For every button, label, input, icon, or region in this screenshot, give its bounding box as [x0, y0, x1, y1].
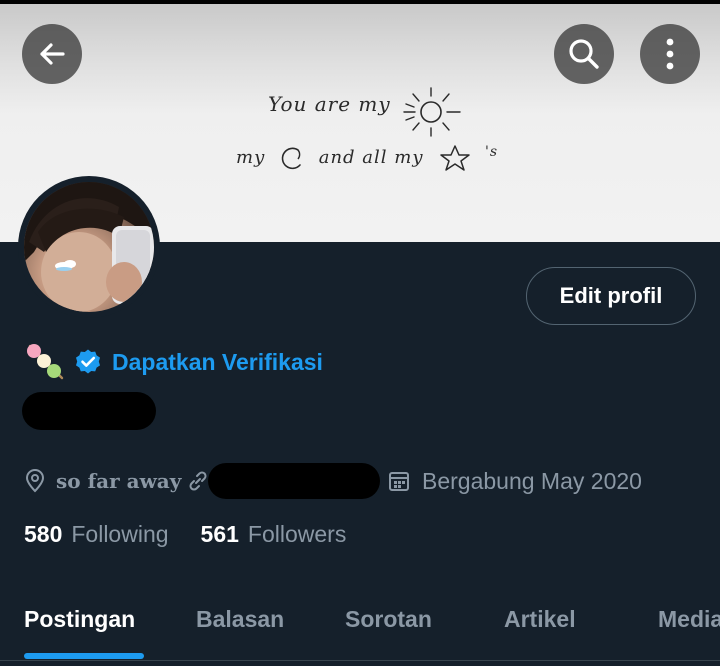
- tab-media[interactable]: Media: [658, 584, 720, 654]
- search-icon: [569, 39, 599, 69]
- display-name-row: Dapatkan Verifikasi: [24, 342, 323, 382]
- arrow-left-icon: [40, 43, 65, 65]
- tab-sorotan[interactable]: Sorotan: [345, 584, 432, 654]
- website-item[interactable]: [186, 462, 210, 500]
- joined-date-text: Bergabung May 2020: [422, 467, 642, 494]
- tabs-divider: [0, 660, 720, 661]
- calendar-icon: [389, 472, 409, 491]
- tab-balasan[interactable]: Balasan: [196, 584, 284, 654]
- redacted-username: [22, 392, 156, 430]
- banner-line-2-suffix: 's: [484, 144, 499, 160]
- followers-stat[interactable]: 561 Followers: [201, 521, 347, 548]
- moon-doodle-icon: [281, 147, 301, 170]
- following-stat[interactable]: 580 Following: [24, 521, 169, 548]
- follow-stats: 580 Following 561 Followers: [24, 517, 346, 551]
- tab-artikel[interactable]: Artikel: [504, 584, 576, 654]
- followers-label: Followers: [247, 520, 347, 547]
- following-label: Following: [71, 520, 169, 547]
- link-icon: [189, 471, 207, 491]
- sun-doodle-icon: [403, 87, 461, 137]
- location-item: so far away: [24, 462, 181, 500]
- location-pin-icon: [25, 469, 45, 493]
- profile-tabs: Postingan Balasan Sorotan Artikel Media: [0, 584, 720, 666]
- tab-postingan[interactable]: Postingan: [24, 584, 135, 654]
- get-verified-link[interactable]: Dapatkan Verifikasi: [112, 349, 323, 376]
- banner-line-2: my and all my 's: [236, 144, 498, 172]
- banner-line-2-mid: and all my: [318, 147, 424, 168]
- more-options-button[interactable]: [640, 24, 700, 84]
- dango-emoji: [27, 344, 64, 380]
- redacted-website: [208, 463, 380, 499]
- banner-line-1: You are my: [268, 92, 391, 116]
- more-vertical-icon: [666, 38, 674, 70]
- location-text: so far away: [56, 469, 182, 493]
- star-doodle-icon: [440, 145, 470, 171]
- edit-profile-button[interactable]: Edit profil: [526, 267, 696, 325]
- followers-count: 561: [200, 520, 239, 547]
- banner-handwriting: You are my my and all my 's: [236, 82, 506, 192]
- banner-line-2-prefix: my: [236, 147, 266, 168]
- back-button[interactable]: [22, 24, 82, 84]
- search-button[interactable]: [554, 24, 614, 84]
- joined-item: Bergabung May 2020: [388, 462, 642, 500]
- verified-badge-icon[interactable]: [74, 348, 102, 376]
- profile-avatar[interactable]: [18, 176, 160, 318]
- avatar-photo: [24, 182, 154, 312]
- active-tab-indicator: [24, 653, 144, 659]
- following-count: 580: [24, 520, 63, 547]
